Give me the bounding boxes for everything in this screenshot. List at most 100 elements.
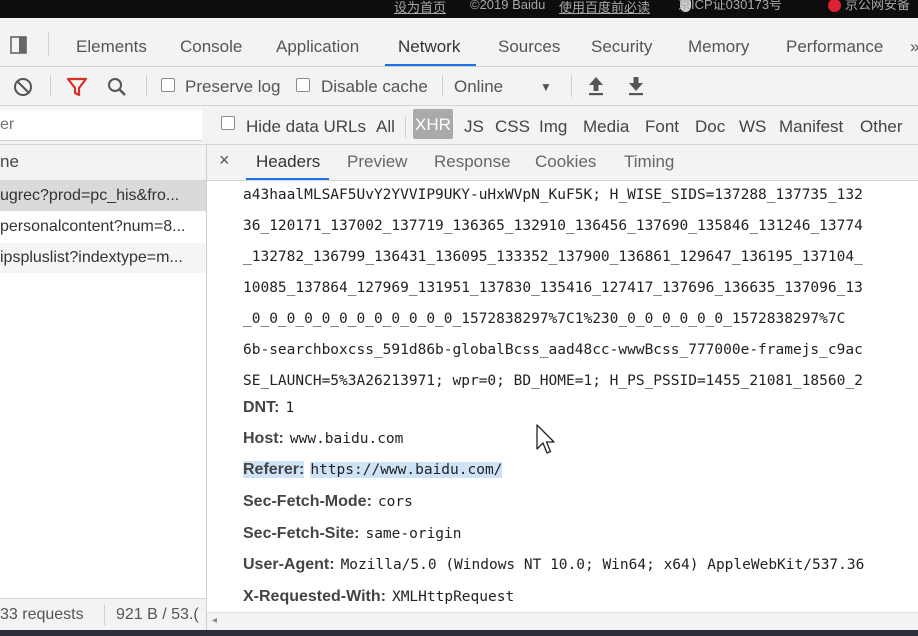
header-key: User-Agent:: [243, 556, 335, 573]
throttling-select[interactable]: Online: [454, 77, 503, 97]
type-filter-manifest[interactable]: Manifest: [779, 117, 843, 137]
icp-text: 京ICP证030173号: [678, 0, 782, 12]
hide-data-urls-checkbox[interactable]: [221, 116, 235, 130]
request-row[interactable]: personalcontent?num=8...: [0, 212, 206, 242]
must-read-link[interactable]: 使用百度前必读: [559, 0, 650, 16]
header-value: www.baidu.com: [289, 431, 404, 447]
transferred-size: 921 B / 53.(: [116, 606, 199, 623]
name-column-header[interactable]: ne: [0, 145, 206, 181]
type-filter-img[interactable]: Img: [539, 117, 567, 137]
header-row-x-requested-with: X-Requested-With: XMLHttpRequest: [243, 588, 514, 606]
header-key: Referer:: [243, 461, 305, 478]
tab-cookies[interactable]: Cookies: [535, 152, 596, 172]
tab-response[interactable]: Response: [434, 152, 511, 172]
tab-application[interactable]: Application: [276, 37, 359, 57]
filter-icon[interactable]: [66, 76, 88, 98]
cookie-line: 36_120171_137002_137719_136365_132910_13…: [243, 218, 863, 234]
network-toolbar: Preserve log Disable cache Online ▼: [0, 67, 918, 106]
request-row-selected[interactable]: ugrec?prod=pc_his&fro...: [0, 181, 206, 211]
header-row-referer: Referer: https://www.baidu.com/: [243, 461, 503, 479]
close-icon[interactable]: ×: [219, 150, 230, 171]
toolbar-divider: [442, 75, 443, 97]
type-filter-media[interactable]: Media: [583, 117, 629, 137]
filter-divider: [405, 116, 406, 138]
cookie-line: 6b-searchboxcss_591d86b-globalBcss_aad48…: [243, 342, 863, 358]
name-column-label: ne: [0, 152, 19, 171]
preserve-log-checkbox[interactable]: [161, 78, 175, 92]
hide-data-urls-label: Hide data URLs: [246, 117, 367, 136]
devtools-tabbar: Elements Console Application Network Sou…: [0, 18, 918, 67]
tab-memory[interactable]: Memory: [688, 37, 749, 57]
type-filter-font[interactable]: Font: [645, 117, 679, 137]
header-value: same-origin: [365, 526, 462, 542]
horizontal-scrollbar[interactable]: ◂: [207, 612, 918, 631]
more-tabs-icon[interactable]: »: [910, 37, 918, 57]
header-row-host: Host: www.baidu.com: [243, 430, 403, 448]
request-count: 33 requests: [0, 606, 84, 623]
scroll-left-icon[interactable]: ◂: [212, 615, 217, 626]
active-detail-tab-indicator: [246, 178, 329, 180]
header-value: cors: [377, 494, 413, 510]
export-har-icon[interactable]: [626, 75, 646, 97]
header-value: Mozilla/5.0 (Windows NT 10.0; Win64; x64…: [340, 557, 865, 573]
header-value: 1: [285, 400, 295, 416]
header-key: Sec-Fetch-Site:: [243, 525, 360, 542]
police-text: 京公网安备: [828, 0, 910, 13]
request-row[interactable]: ipspluslist?indextype=m...: [0, 243, 206, 273]
header-key: X-Requested-With:: [243, 588, 386, 605]
tab-sources[interactable]: Sources: [498, 37, 560, 57]
header-row-dnt: DNT: 1: [243, 399, 294, 417]
tab-elements[interactable]: Elements: [76, 37, 147, 57]
type-filter-other[interactable]: Other: [860, 117, 903, 137]
chevron-down-icon[interactable]: ▼: [540, 80, 552, 94]
police-badge-icon: [828, 0, 841, 13]
tab-security[interactable]: Security: [591, 37, 652, 57]
tab-timing[interactable]: Timing: [624, 152, 674, 172]
window-bottom-edge: [0, 630, 918, 636]
header-value: https://www.baidu.com/: [310, 462, 503, 478]
header-row-sec-fetch-site: Sec-Fetch-Site: same-origin: [243, 525, 462, 543]
status-divider: [104, 605, 105, 625]
tab-network[interactable]: Network: [398, 37, 460, 57]
header-value: XMLHttpRequest: [391, 589, 515, 605]
icp-label: 京ICP证030173号: [678, 0, 783, 12]
cookie-line: 10085_137864_127969_131951_137830_135416…: [243, 280, 863, 296]
type-filter-all[interactable]: All: [376, 117, 395, 137]
header-key: Host:: [243, 430, 284, 447]
cookie-line: _0_0_0_0_0_0_0_0_0_0_0_0_1572838297%7C1%…: [243, 311, 846, 327]
header-row-sec-fetch-mode: Sec-Fetch-Mode: cors: [243, 493, 413, 511]
type-filter-css[interactable]: CSS: [495, 117, 530, 137]
toolbar-divider: [50, 75, 51, 97]
filter-input[interactable]: [0, 110, 202, 141]
dock-side-icon[interactable]: [8, 34, 30, 56]
tab-console[interactable]: Console: [180, 37, 242, 57]
cookie-line: SE_LAUNCH=5%3A26213971; wpr=0; BD_HOME=1…: [243, 373, 863, 389]
search-icon[interactable]: [106, 76, 128, 98]
type-filter-ws[interactable]: WS: [739, 117, 766, 137]
toolbar-divider: [146, 75, 147, 97]
tab-performance[interactable]: Performance: [786, 37, 883, 57]
header-row-user-agent: User-Agent: Mozilla/5.0 (Windows NT 10.0;…: [243, 556, 864, 574]
type-filter-doc[interactable]: Doc: [695, 117, 725, 137]
mouse-cursor-icon: [536, 424, 555, 454]
header-key: DNT:: [243, 399, 280, 416]
set-homepage-link[interactable]: 设为首页: [394, 0, 446, 16]
type-filter-js[interactable]: JS: [464, 117, 484, 137]
type-filter-xhr[interactable]: XHR: [413, 109, 453, 139]
copyright-text: ©2019 Baidu: [470, 0, 546, 12]
tab-preview[interactable]: Preview: [347, 152, 407, 172]
preserve-log-label: Preserve log: [185, 77, 281, 96]
import-har-icon[interactable]: [586, 75, 606, 97]
police-label: 京公网安备: [845, 0, 911, 12]
clear-icon[interactable]: [12, 76, 34, 98]
tabbar-divider: [48, 32, 49, 56]
status-bar: 33 requests 921 B / 53.(: [0, 598, 206, 631]
header-key: Sec-Fetch-Mode:: [243, 493, 372, 510]
disable-cache-label: Disable cache: [321, 77, 428, 96]
disable-cache-checkbox[interactable]: [296, 78, 310, 92]
active-tab-indicator: [385, 64, 476, 66]
baidu-footer-strip: 设为首页 ©2019 Baidu 使用百度前必读 京ICP证030173号 京公…: [0, 0, 918, 18]
tab-headers[interactable]: Headers: [256, 152, 320, 172]
cookie-line: a43haalMLSAF5UvY2YVVIP9UKY-uHxWVpN_KuF5K…: [243, 187, 863, 203]
cookie-line: _132782_136799_136431_136095_133352_1379…: [243, 249, 863, 265]
